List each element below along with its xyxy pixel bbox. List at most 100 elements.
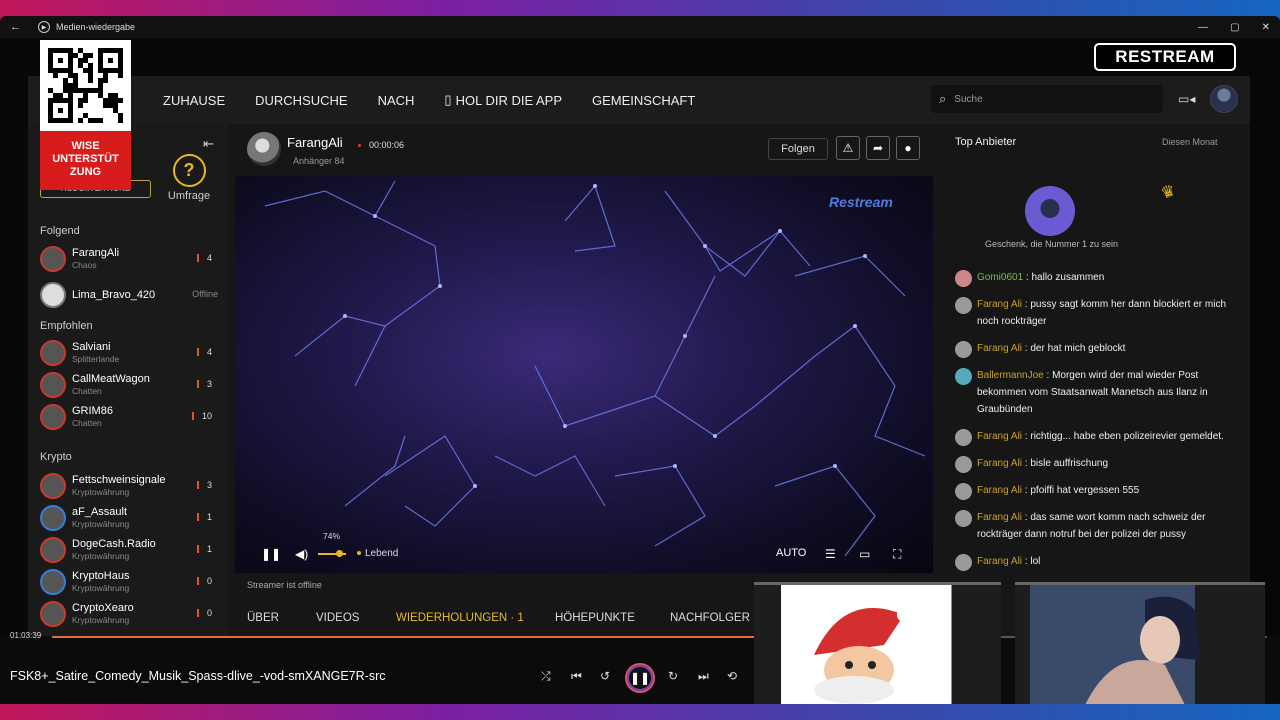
pause-icon[interactable]: ❚❚	[261, 547, 281, 561]
channel-item[interactable]: GRIM86 Chatten 10	[40, 404, 220, 432]
viewer-count: 4	[197, 253, 212, 263]
chat-messages: Gomi0601 : hallo zusammen Farang Ali : p…	[955, 269, 1245, 580]
search-icon: ⌕	[939, 91, 947, 106]
bell-icon[interactable]: ●	[896, 136, 920, 160]
channel-item[interactable]: DogeCash.Radio Kryptowährung 1	[40, 537, 220, 565]
pause-button[interactable]: ❚❚	[625, 663, 655, 693]
channel-item[interactable]: aF_Assault Kryptowährung 1	[40, 505, 220, 533]
forward-icon[interactable]: ↻	[668, 669, 678, 683]
play-app-icon: ▶	[38, 21, 50, 33]
streamer-image	[1085, 596, 1200, 704]
chat-username[interactable]: Farang Ali	[977, 431, 1022, 442]
chat-username[interactable]: Farang Ali	[977, 458, 1022, 469]
channel-name: aF_Assault	[72, 506, 128, 518]
channel-category: Kryptowährung	[72, 615, 130, 625]
back-arrow-icon[interactable]: ←	[10, 21, 30, 33]
chat-username[interactable]: Gomi0601	[977, 272, 1023, 283]
chat-message: BallermannJoe : Morgen wird der mal wied…	[955, 367, 1245, 418]
channel-name: CryptoXearo	[72, 602, 134, 614]
nav-after[interactable]: NACH	[378, 92, 415, 108]
camera-icon[interactable]: ▭◂	[1178, 92, 1195, 106]
channel-avatar	[40, 537, 66, 563]
repeat-icon[interactable]: ⟲	[727, 669, 737, 683]
nav-community[interactable]: GEMEINSCHAFT	[592, 92, 695, 108]
rewind-icon[interactable]: ↺	[600, 669, 610, 683]
chat-text: bisle auffrischung	[1030, 458, 1109, 469]
volume-knob[interactable]	[335, 550, 343, 557]
tab-followers[interactable]: NACHFOLGER ·	[670, 612, 757, 624]
theater-mode-icon[interactable]: ▭	[859, 547, 870, 561]
channel-item[interactable]: Salviani Splitterlande 4	[40, 340, 220, 368]
seek-progress	[52, 636, 806, 638]
channel-avatar	[40, 372, 66, 398]
chat-username[interactable]: Farang Ali	[977, 299, 1022, 310]
chat-panel: Top Anbieter Diesen Monat ♛ Geschenk, di…	[943, 124, 1250, 636]
search-input[interactable]: ⌕ Suche	[931, 85, 1163, 113]
quality-selector[interactable]: AUTO	[776, 547, 806, 559]
follow-button[interactable]: Folgen	[768, 138, 828, 160]
chat-username[interactable]: BallermannJoe	[977, 370, 1044, 381]
maximize-icon[interactable]: ▢	[1230, 22, 1239, 33]
chat-username[interactable]: Farang Ali	[977, 343, 1022, 354]
qr-module	[118, 118, 123, 123]
viewer-count: 4	[197, 347, 212, 357]
channel-item[interactable]: CallMeatWagon Chatten 3	[40, 372, 220, 400]
shuffle-icon[interactable]: ⤮	[541, 669, 551, 684]
chat-text: hallo zusammen	[1031, 272, 1105, 283]
sidebar: ⇤ HOL DIR ZITRONE ? Umfrage Folgend Fara…	[28, 124, 228, 636]
fullscreen-icon[interactable]: ⛶	[893, 547, 901, 562]
gnome-image	[814, 608, 911, 704]
qr-donation-badge: WISE UNTERSTÜT ZUNG	[40, 40, 131, 190]
video-player[interactable]: Restream 74% ❚❚ ◀) Lebend AUTO ☰ ▭ ⛶	[235, 176, 933, 573]
collapse-sidebar-icon[interactable]: ⇤	[203, 136, 214, 152]
channel-item[interactable]: Lima_Bravo_420 Offline	[40, 282, 220, 310]
channel-item[interactable]: Fettschweinsignale Kryptowährung 3	[40, 473, 220, 501]
nav-get-app[interactable]: ▯ HOL DIR DIE APP	[444, 92, 562, 108]
taskbar-preview-2[interactable]	[1015, 582, 1265, 704]
section-crypto: Krypto	[40, 451, 72, 463]
chat-message: Farang Ali : pussy sagt komm her dann bl…	[955, 296, 1245, 330]
close-icon[interactable]: ✕	[1262, 22, 1270, 33]
streamer-avatar[interactable]	[247, 132, 281, 166]
section-following: Folgend	[40, 225, 80, 237]
pause-icon: ❚❚	[629, 671, 651, 685]
streamer-name[interactable]: FarangAli	[287, 135, 343, 150]
next-icon[interactable]: ⏭	[698, 669, 709, 684]
poll-button[interactable]: ? Umfrage	[164, 154, 214, 202]
restream-watermark: Restream	[829, 194, 893, 210]
stack-icon[interactable]: ☰	[825, 547, 836, 561]
channel-name: KryptoHaus	[72, 570, 130, 582]
avatar	[955, 554, 972, 571]
previous-icon[interactable]: ⏮	[571, 669, 582, 684]
channel-item[interactable]: FarangAli Chaos 4	[40, 246, 220, 274]
period-selector[interactable]: Diesen Monat	[1162, 137, 1218, 147]
question-icon: ?	[172, 154, 206, 187]
chat-username[interactable]: Farang Ali	[977, 485, 1022, 496]
tab-about[interactable]: ÜBER	[247, 612, 279, 624]
speaker-icon[interactable]: ◀)	[295, 547, 308, 561]
channel-avatar	[40, 601, 66, 627]
current-time: 01:03:39	[10, 631, 42, 640]
nav-home[interactable]: ZUHAUSE	[163, 92, 225, 108]
channel-item[interactable]: CryptoXearo Kryptowährung 0	[40, 601, 220, 629]
nav-browse[interactable]: DURCHSUCHE	[255, 92, 347, 108]
streaming-site: ZUHAUSE DURCHSUCHE NACH ▯ HOL DIR DIE APP…	[28, 76, 1250, 636]
minimize-icon[interactable]: —	[1198, 22, 1208, 33]
viewer-count: 3	[197, 480, 212, 490]
avatar	[955, 483, 972, 500]
share-icon[interactable]: ➦	[866, 136, 890, 160]
tab-replays[interactable]: WIEDERHOLUNGEN · 1	[396, 612, 524, 624]
tab-highlights[interactable]: HÖHEPUNKTE	[555, 612, 635, 624]
tab-videos[interactable]: VIDEOS	[316, 612, 359, 624]
channel-item[interactable]: KryptoHaus Kryptowährung 0	[40, 569, 220, 597]
report-icon[interactable]: ⚠	[836, 136, 860, 160]
user-avatar[interactable]	[1210, 85, 1238, 113]
avatar	[955, 297, 972, 314]
chat-username[interactable]: Farang Ali	[977, 512, 1022, 523]
chat-username[interactable]: Farang Ali	[977, 556, 1022, 567]
channel-category: Kryptowährung	[72, 551, 130, 561]
channel-avatar	[40, 282, 66, 308]
restream-logo: RESTREAM	[1094, 43, 1236, 71]
channel-name: FarangAli	[72, 247, 120, 259]
taskbar-preview-1[interactable]	[754, 582, 1001, 704]
